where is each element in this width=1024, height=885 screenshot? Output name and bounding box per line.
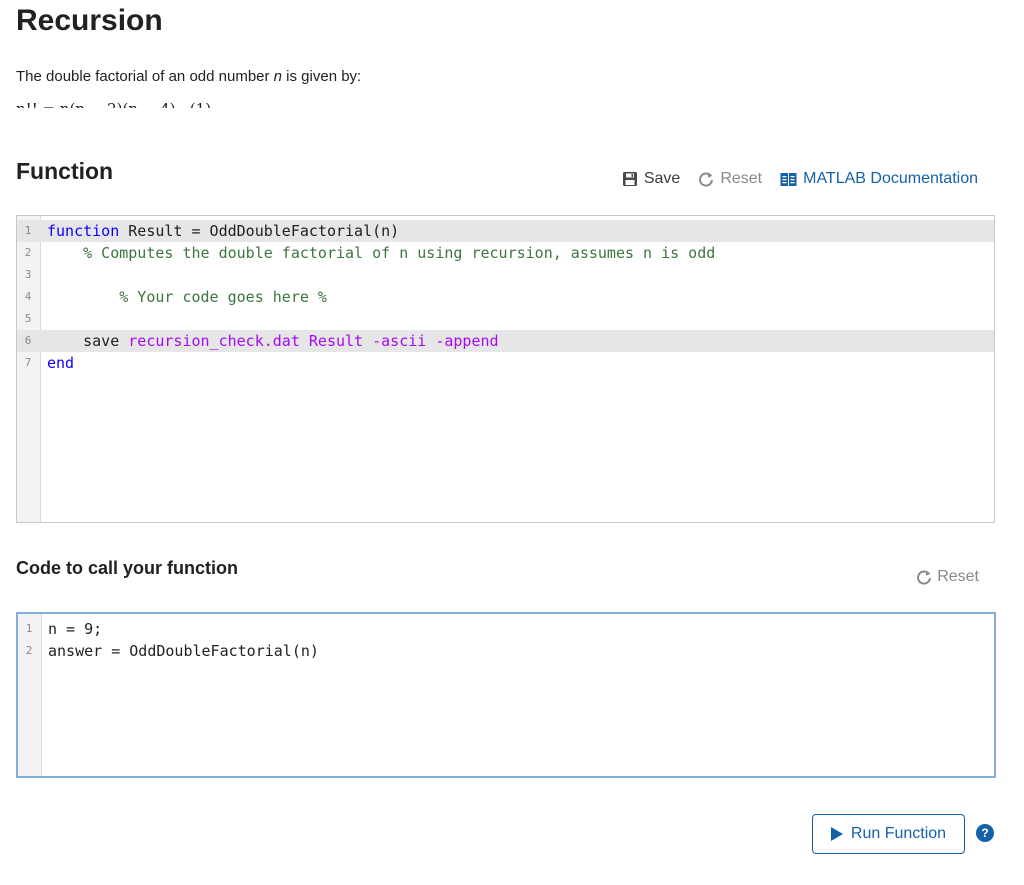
save-icon	[622, 171, 638, 187]
line-number: 4	[24, 290, 32, 303]
reset-icon	[698, 171, 714, 187]
code-line: 1 function Result = OddDoubleFactorial(n)	[17, 220, 994, 242]
code-token: recursion_check.dat Result -ascii -appen…	[128, 332, 499, 350]
reset-icon	[916, 569, 932, 585]
code-token: n = 9;	[48, 620, 103, 638]
description-suffix: is given by:	[282, 68, 362, 85]
line-number: 3	[24, 268, 32, 281]
reset-button[interactable]: Reset	[698, 170, 762, 188]
call-section-title: Code to call your function	[16, 558, 239, 578]
formula-clip: n!! = n(n − 2)(n − 4)...(1)	[16, 100, 416, 108]
function-section-title: Function	[16, 158, 114, 184]
code-line: 4 % Your code goes here %	[17, 286, 994, 308]
function-toolbar: Save Reset MATLAB Documentation	[604, 170, 978, 188]
code-token: function	[47, 222, 120, 240]
line-number: 5	[24, 312, 32, 325]
code-text: save recursion_check.dat Result -ascii -…	[47, 330, 499, 352]
problem-description: The double factorial of an odd number n …	[16, 68, 361, 85]
code-line: 5	[17, 308, 994, 330]
code-text: n = 9;	[48, 618, 102, 640]
function-code-editor[interactable]: 1 function Result = OddDoubleFactorial(n)…	[16, 215, 995, 523]
line-number: 7	[24, 356, 32, 369]
code-token: % Computes the double factorial of n usi…	[47, 244, 716, 262]
call-code-editor[interactable]: 1 n = 9; 2 answer = OddDoubleFactorial(n)	[16, 612, 996, 778]
code-line: 2 % Computes the double factorial of n u…	[17, 242, 994, 264]
page-title: Recursion	[16, 4, 163, 37]
code-text: function Result = OddDoubleFactorial(n)	[47, 220, 399, 242]
line-number: 1	[25, 622, 33, 635]
save-button[interactable]: Save	[622, 170, 680, 188]
code-line: 1 n = 9;	[18, 618, 994, 640]
call-reset-button[interactable]: Reset	[916, 568, 979, 586]
code-line: 7 end	[17, 352, 994, 374]
book-icon	[780, 172, 797, 187]
code-token: Result = OddDoubleFactorial(n)	[119, 222, 400, 240]
code-text: answer = OddDoubleFactorial(n)	[48, 640, 319, 662]
line-number: 2	[24, 246, 32, 259]
play-icon	[830, 827, 843, 841]
code-text: % Computes the double factorial of n usi…	[47, 242, 715, 264]
description-variable: n	[273, 68, 283, 85]
run-function-button[interactable]: Run Function	[812, 814, 965, 854]
code-text: % Your code goes here %	[47, 286, 327, 308]
code-line: 6 save recursion_check.dat Result -ascii…	[17, 330, 994, 352]
formula-partial: n!! = n(n − 2)(n − 4)...(1)	[16, 100, 211, 108]
line-number: 6	[24, 334, 32, 347]
code-token: % Your code goes here %	[47, 288, 327, 306]
code-line: 3	[17, 264, 994, 286]
code-token: answer = OddDoubleFactorial(n)	[48, 642, 319, 660]
code-token: save	[47, 332, 129, 350]
code-text: end	[47, 352, 74, 374]
save-label: Save	[643, 170, 681, 187]
line-number: 2	[25, 644, 33, 657]
description-prefix: The double factorial of an odd number	[16, 68, 274, 85]
help-icon[interactable]: ?	[976, 824, 994, 842]
reset-label: Reset	[720, 170, 763, 187]
matlab-documentation-link[interactable]: MATLAB Documentation	[780, 170, 978, 188]
run-function-label: Run Function	[850, 825, 947, 842]
docs-label: MATLAB Documentation	[803, 170, 978, 187]
line-number: 1	[24, 224, 32, 237]
code-line: 2 answer = OddDoubleFactorial(n)	[18, 640, 994, 662]
call-reset-label: Reset	[937, 568, 979, 585]
code-token: end	[47, 354, 75, 372]
